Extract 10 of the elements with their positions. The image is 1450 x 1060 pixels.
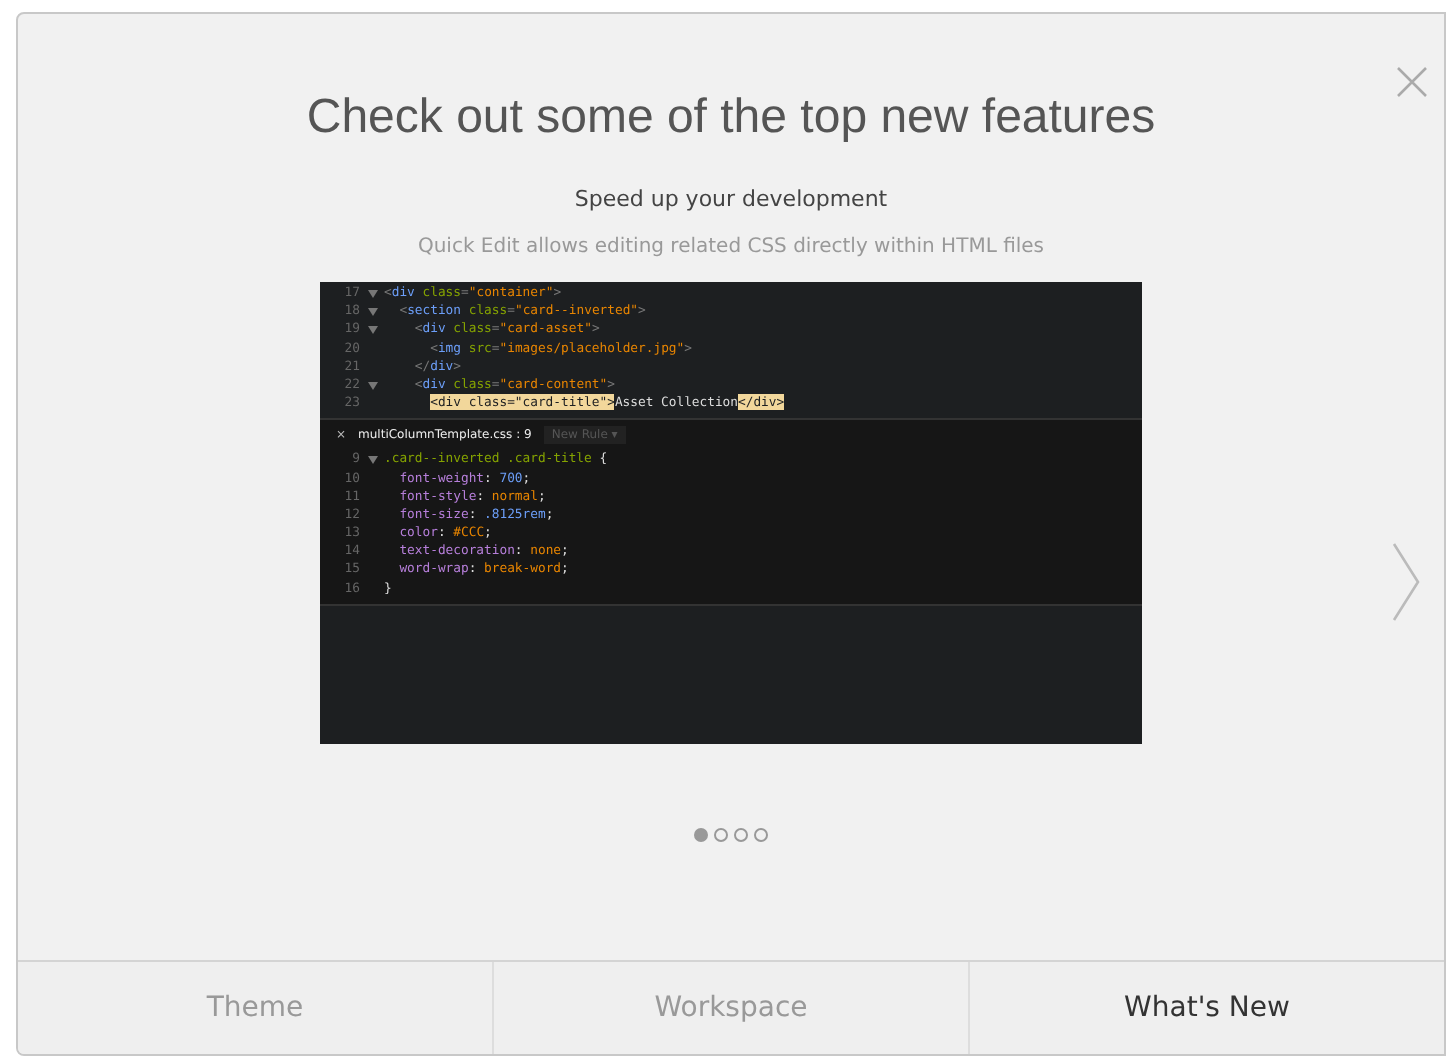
slide-description: Quick Edit allows editing related CSS directly within HTML files [417,236,1045,258]
step-tab[interactable]: Theme [18,962,494,1054]
pager-dot[interactable] [714,828,728,842]
pager-dot[interactable] [694,828,708,842]
pager-dot[interactable] [754,828,768,842]
close-icon[interactable] [1396,66,1428,98]
dialog-title: Check out some of the top new features [306,90,1156,146]
slide-heading: Speed up your development [574,186,888,212]
chevron-right-icon[interactable] [1392,542,1420,622]
pager-dot[interactable] [734,828,748,842]
